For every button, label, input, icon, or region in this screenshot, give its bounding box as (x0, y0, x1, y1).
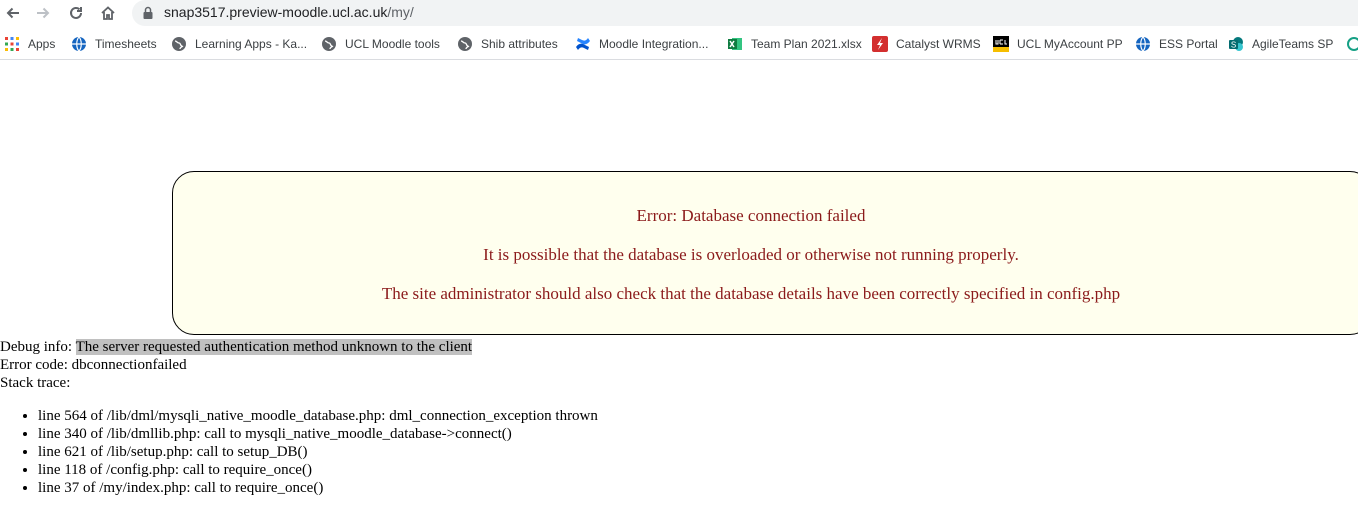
bookmark-learning-apps[interactable]: Learning Apps - Ka... (171, 35, 307, 53)
forward-arrow-icon (37, 7, 50, 19)
wrms-icon (872, 36, 888, 52)
url-path: /my/ (387, 4, 414, 20)
globe-blue-icon (71, 36, 87, 52)
debug-info: Debug info: The server requested authent… (0, 339, 473, 356)
debug-info-value: The server requested authentication meth… (75, 339, 473, 355)
bookmark-label: UCL Moodle tools (345, 37, 440, 51)
error-title: Error: Database connection failed (636, 206, 866, 225)
error-code: Error code: dbconnectionfailed (0, 357, 187, 374)
excel-icon (727, 36, 743, 52)
bookmark-agileteams-sp[interactable]: S AgileTeams SP (1228, 35, 1333, 53)
bookmark-moodle-integration[interactable]: Moodle Integration... (575, 35, 708, 53)
stack-trace-item: line 340 of /lib/dmllib.php: call to mys… (38, 425, 598, 443)
stack-trace-list: line 564 of /lib/dml/mysqli_native_moodl… (0, 407, 598, 497)
sharepoint-icon: S (1228, 36, 1244, 52)
bookmark-label: Catalyst WRMS (896, 37, 981, 51)
bookmark-label: ESS Portal (1159, 37, 1218, 51)
svg-text:S: S (1231, 41, 1236, 50)
stack-trace-item: line 37 of /my/index.php: call to requir… (38, 479, 598, 497)
bookmark-ucl-myaccount[interactable]: UCL MyAccount PP (993, 35, 1123, 53)
debug-info-label: Debug info: (0, 339, 76, 355)
lock-icon (143, 6, 153, 19)
bookmark-label: UCL MyAccount PP (1017, 37, 1123, 51)
bookmark-overflow[interactable] (1346, 35, 1358, 53)
bookmark-label: Apps (28, 37, 56, 51)
bookmark-label: Timesheets (95, 37, 157, 51)
url-text: snap3517.preview-moodle.ucl.ac.uk/my/ (164, 4, 414, 20)
browser-toolbar: snap3517.preview-moodle.ucl.ac.uk/my/ (0, 0, 1358, 26)
reload-button[interactable] (65, 2, 87, 24)
globe-blue-icon (1135, 36, 1151, 52)
back-arrow-icon (6, 7, 19, 19)
bookmarks-bar: Apps Timesheets Learning Apps - Ka... UC… (0, 29, 1358, 60)
stack-trace-item: line 621 of /lib/setup.php: call to setu… (38, 443, 598, 461)
bookmark-label: AgileTeams SP (1252, 37, 1334, 51)
bookmark-ess-portal[interactable]: ESS Portal (1135, 35, 1218, 53)
error-box: Error: Database connection failed It is … (172, 171, 1358, 335)
bookmark-partial-icon (1346, 36, 1358, 52)
stack-trace-label: Stack trace: (0, 375, 71, 391)
globe-icon (171, 36, 187, 52)
bookmark-label: Learning Apps - Ka... (195, 37, 308, 51)
bookmark-apps[interactable]: Apps (4, 35, 55, 53)
globe-icon (321, 36, 337, 52)
forward-button[interactable] (32, 2, 54, 24)
bookmark-label: Team Plan 2021.xlsx (751, 37, 862, 51)
bookmark-label: Shib attributes (481, 37, 558, 51)
error-message: It is possible that the database is over… (483, 245, 1019, 264)
stack-trace-item: line 118 of /config.php: call to require… (38, 461, 598, 479)
error-code-label: Error code: (0, 357, 72, 373)
home-icon (101, 6, 115, 20)
apps-grid-icon (4, 36, 20, 52)
address-bar[interactable]: snap3517.preview-moodle.ucl.ac.uk/my/ (132, 0, 1358, 26)
stack-trace-item: line 564 of /lib/dml/mysqli_native_moodl… (38, 407, 598, 425)
error-admin-note: The site administrator should also check… (381, 284, 1121, 303)
bookmark-timesheets[interactable]: Timesheets (71, 35, 157, 53)
bookmark-shib-attributes[interactable]: Shib attributes (457, 35, 558, 53)
error-code-value: dbconnectionfailed (71, 357, 187, 373)
bookmark-label: Moodle Integration... (599, 37, 709, 51)
confluence-icon (575, 36, 591, 52)
bookmark-team-plan[interactable]: Team Plan 2021.xlsx (727, 35, 862, 53)
ucl-icon (993, 36, 1009, 52)
globe-icon (457, 36, 473, 52)
bookmark-ucl-moodle-tools[interactable]: UCL Moodle tools (321, 35, 440, 53)
bookmark-catalyst-wrms[interactable]: Catalyst WRMS (872, 35, 981, 53)
reload-icon (70, 6, 82, 19)
back-button[interactable] (2, 2, 24, 24)
url-host: snap3517.preview-moodle.ucl.ac.uk (164, 4, 388, 20)
home-button[interactable] (97, 2, 119, 24)
